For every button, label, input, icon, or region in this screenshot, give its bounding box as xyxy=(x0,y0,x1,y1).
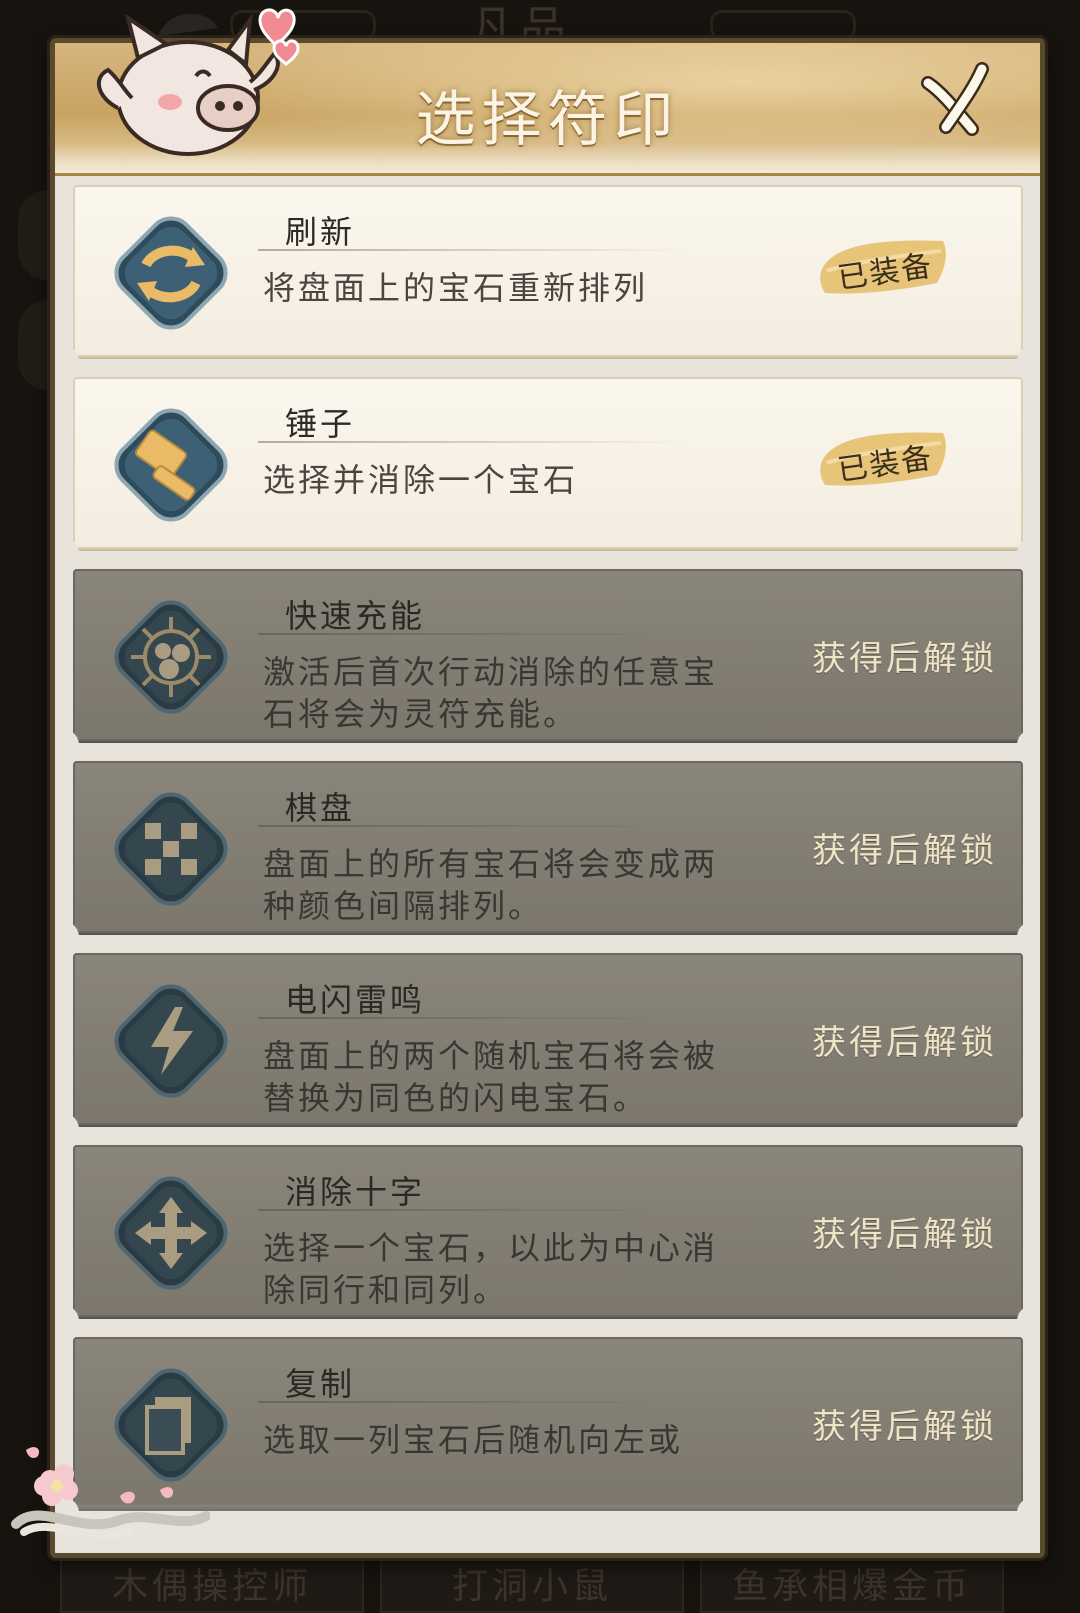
lightning-icon xyxy=(114,984,228,1098)
unlock-status: 获得后解锁 xyxy=(812,831,997,871)
seal-item-refresh[interactable]: 刷新 将盘面上的宝石重新排列 已装备 xyxy=(55,185,1040,376)
seal-item-lightning[interactable]: 电闪雷鸣 盘面上的两个随机宝石将会被替换为同色的闪电宝石。 获得后解锁 xyxy=(55,953,1040,1144)
seal-item-copy[interactable]: 复制 选取一列宝石后随机向左或 获得后解锁 xyxy=(55,1337,1040,1528)
unlock-status: 获得后解锁 xyxy=(812,1407,997,1447)
divider xyxy=(258,1401,688,1403)
seal-item-cross[interactable]: 消除十字 选择一个宝石，以此为中心消除同行和同列。 获得后解锁 xyxy=(55,1145,1040,1336)
seal-name: 刷新 xyxy=(285,213,356,251)
seal-item-quick-charge[interactable]: 快速充能 激活后首次行动消除的任意宝石将会为灵符充能。 获得后解锁 xyxy=(55,569,1040,760)
divider xyxy=(258,825,688,827)
seal-description: 将盘面上的宝石重新排列 xyxy=(263,269,649,307)
spiky-orbs-icon xyxy=(114,600,228,714)
seal-description: 选取一列宝石后随机向左或 xyxy=(263,1421,684,1459)
seal-name: 锤子 xyxy=(285,405,356,443)
divider xyxy=(258,1017,688,1019)
seal-description: 选择并消除一个宝石 xyxy=(263,461,579,499)
unlock-status: 获得后解锁 xyxy=(812,1023,997,1063)
equipped-badge: 已装备 xyxy=(820,233,946,299)
seal-name: 电闪雷鸣 xyxy=(285,981,426,1019)
divider xyxy=(258,633,688,635)
seal-description: 盘面上的所有宝石将会变成两种颜色间隔排列。 xyxy=(263,845,719,925)
divider xyxy=(258,249,688,251)
seal-name: 棋盘 xyxy=(285,789,356,827)
seal-name: 消除十字 xyxy=(285,1173,426,1211)
cross-arrows-icon xyxy=(114,1176,228,1290)
hammer-icon xyxy=(114,408,228,522)
background-scroll-ornament xyxy=(710,10,856,40)
seal-description: 选择一个宝石，以此为中心消除同行和同列。 xyxy=(263,1229,719,1309)
seal-description: 激活后首次行动消除的任意宝石将会为灵符充能。 xyxy=(263,653,719,733)
refresh-icon xyxy=(114,216,228,330)
boar-mascot-icon xyxy=(96,8,300,156)
seal-item-hammer[interactable]: 锤子 选择并消除一个宝石 已装备 xyxy=(55,377,1040,568)
plum-blossom-icon xyxy=(11,1447,210,1540)
seal-description: 盘面上的两个随机宝石将会被替换为同色的闪电宝石。 xyxy=(263,1037,719,1117)
equipped-badge: 已装备 xyxy=(820,425,946,491)
divider xyxy=(258,441,688,443)
select-seal-dialog: 选择符印 刷新 将盘面上的宝石重新排列 已装备 锤子 选择并消除一个宝石 已装备… xyxy=(50,38,1045,1558)
seal-name: 快速充能 xyxy=(285,597,426,635)
checkerboard-icon xyxy=(114,792,228,906)
seal-item-checkerboard[interactable]: 棋盘 盘面上的所有宝石将会变成两种颜色间隔排列。 获得后解锁 xyxy=(55,761,1040,952)
seal-name: 复制 xyxy=(285,1365,356,1403)
close-x-icon[interactable] xyxy=(918,61,998,141)
unlock-status: 获得后解锁 xyxy=(812,1215,997,1255)
divider xyxy=(258,1209,688,1211)
unlock-status: 获得后解锁 xyxy=(812,639,997,679)
